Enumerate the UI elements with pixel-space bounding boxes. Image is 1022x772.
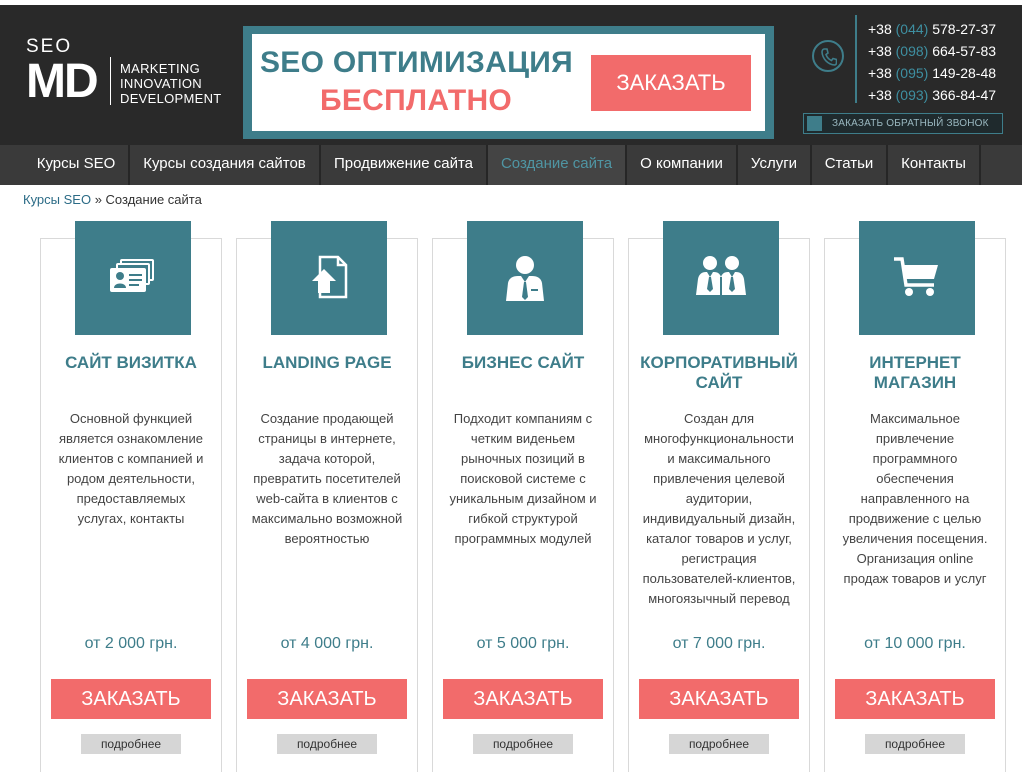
nav-item-about[interactable]: О компании <box>627 145 738 185</box>
service-card: КОРПОРАТИВНЫЙ САЙТ Создан для многофункц… <box>628 221 810 772</box>
promo-subheadline: БЕСПЛАТНО <box>320 84 513 117</box>
nav-item-seo-courses[interactable]: Курсы SEO <box>24 145 130 185</box>
phone-code: (095) <box>895 65 929 81</box>
phone-prefix: +38 <box>868 43 892 59</box>
logo-divider <box>110 57 111 105</box>
card-description: Подходит компаниям с четким виденьем рын… <box>449 411 597 546</box>
card-price: от 10 000 грн. <box>864 635 966 652</box>
card-order-button[interactable]: ЗАКАЗАТЬ <box>247 679 407 719</box>
phone-digits: 578-27-37 <box>932 21 997 37</box>
phone-digits: 664-57-83 <box>932 43 997 59</box>
breadcrumb-separator: » <box>91 192 106 207</box>
nav-item-contacts[interactable]: Контакты <box>888 145 981 185</box>
phone-number[interactable]: +38 (093) 366-84-47 <box>868 84 996 106</box>
shopping-cart-icon <box>859 221 975 335</box>
businessman-icon <box>467 221 583 335</box>
card-description: Максимальное привлечение программного об… <box>842 411 988 586</box>
phone-code: (098) <box>895 43 929 59</box>
upload-page-icon <box>271 221 387 335</box>
callback-label: ЗАКАЗАТЬ ОБРАТНЫЙ ЗВОНОК <box>832 118 989 129</box>
breadcrumb-link[interactable]: Курсы SEO <box>23 192 91 207</box>
service-card: БИЗНЕС САЙТ Подходит компаниям с четким … <box>432 221 614 772</box>
phone-prefix: +38 <box>868 87 892 103</box>
card-price: от 7 000 грн. <box>672 635 766 652</box>
card-order-button[interactable]: ЗАКАЗАТЬ <box>51 679 211 719</box>
card-price: от 2 000 грн. <box>84 635 178 652</box>
card-order-button[interactable]: ЗАКАЗАТЬ <box>835 679 995 719</box>
nav-item-site-courses[interactable]: Курсы создания сайтов <box>130 145 321 185</box>
promo-banner-inner: SEO ОПТИМИЗАЦИЯ БЕСПЛАТНО ЗАКАЗАТЬ <box>252 34 765 131</box>
card-title: САЙТ ВИЗИТКА <box>65 353 197 372</box>
phone-prefix: +38 <box>868 21 892 37</box>
phone-code: (044) <box>895 21 929 37</box>
site-logo[interactable]: SEO MD MARKETING INNOVATION DEVELOPMENT <box>24 33 224 117</box>
card-description: Создание продающей страницы в интернете,… <box>251 411 403 546</box>
card-more-button[interactable]: подробнее <box>473 734 573 754</box>
phone-digits: 149-28-48 <box>932 65 997 81</box>
site-header: SEO MD MARKETING INNOVATION DEVELOPMENT … <box>0 5 1022 145</box>
callback-phone-icon <box>807 116 822 131</box>
card-more-button[interactable]: подробнее <box>81 734 181 754</box>
card-order-button[interactable]: ЗАКАЗАТЬ <box>639 679 799 719</box>
phone-code: (093) <box>895 87 929 103</box>
logo-tagline-line: MARKETING <box>120 61 200 76</box>
card-title: LANDING PAGE <box>262 353 392 372</box>
card-more-button[interactable]: подробнее <box>277 734 377 754</box>
card-more-button[interactable]: подробнее <box>669 734 769 754</box>
main-nav: Курсы SEO Курсы создания сайтов Продвиже… <box>0 145 1022 185</box>
phone-digits: 366-84-47 <box>932 87 997 103</box>
business-card-icon <box>75 221 191 335</box>
promo-order-button[interactable]: ЗАКАЗАТЬ <box>591 55 751 111</box>
card-price: от 5 000 грн. <box>476 635 570 652</box>
breadcrumb: Курсы SEO » Создание сайта <box>23 192 202 207</box>
card-description: Создан для многофункциональности и макси… <box>642 411 796 606</box>
phones-divider <box>855 15 857 103</box>
logo-md-mark: MD <box>26 55 99 108</box>
breadcrumb-current: Создание сайта <box>105 192 202 207</box>
phone-icon <box>812 40 844 72</box>
phone-number[interactable]: +38 (044) 578-27-37 <box>868 18 996 40</box>
logo-tagline: MARKETING INNOVATION DEVELOPMENT <box>120 61 222 106</box>
promo-banner[interactable]: SEO ОПТИМИЗАЦИЯ БЕСПЛАТНО ЗАКАЗАТЬ <box>243 26 774 139</box>
service-card: LANDING PAGE Создание продающей страницы… <box>236 221 418 772</box>
phone-list: +38 (044) 578-27-37 +38 (098) 664-57-83 … <box>868 18 996 106</box>
card-price: от 4 000 грн. <box>280 635 374 652</box>
logo-tagline-line: DEVELOPMENT <box>120 91 222 106</box>
service-card: ИНТЕРНЕТ МАГАЗИН Максимальное привлечени… <box>824 221 1006 772</box>
phone-number[interactable]: +38 (098) 664-57-83 <box>868 40 996 62</box>
nav-item-site-creation[interactable]: Создание сайта <box>488 145 627 185</box>
logo-tagline-line: INNOVATION <box>120 76 202 91</box>
service-card: САЙТ ВИЗИТКА Основной функцией является … <box>40 221 222 772</box>
phone-number[interactable]: +38 (095) 149-28-48 <box>868 62 996 84</box>
promo-headline: SEO ОПТИМИЗАЦИЯ <box>260 46 574 79</box>
nav-item-promotion[interactable]: Продвижение сайта <box>321 145 488 185</box>
nav-item-services[interactable]: Услуги <box>738 145 812 185</box>
card-title: ИНТЕРНЕТ МАГАЗИН <box>869 353 961 392</box>
phone-prefix: +38 <box>868 65 892 81</box>
card-description: Основной функцией является ознакомление … <box>58 411 204 526</box>
card-title: КОРПОРАТИВНЫЙ САЙТ <box>640 353 798 392</box>
callback-button[interactable]: ЗАКАЗАТЬ ОБРАТНЫЙ ЗВОНОК <box>803 113 1003 134</box>
team-icon <box>663 221 779 335</box>
card-more-button[interactable]: подробнее <box>865 734 965 754</box>
card-order-button[interactable]: ЗАКАЗАТЬ <box>443 679 603 719</box>
card-title: БИЗНЕС САЙТ <box>461 353 585 372</box>
nav-item-articles[interactable]: Статьи <box>812 145 888 185</box>
